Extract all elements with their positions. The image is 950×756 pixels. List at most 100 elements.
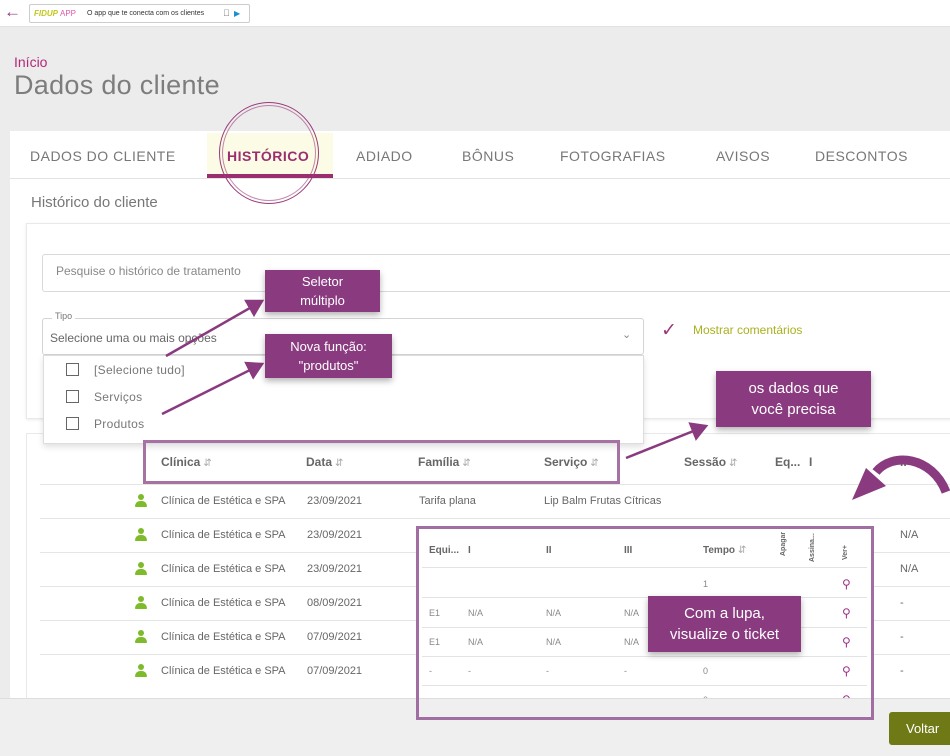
popup-cell-ii: N/A — [546, 608, 562, 618]
cell-clinic: Clínica de Estética e SPA — [161, 597, 286, 609]
checkbox[interactable] — [66, 417, 79, 430]
tab-fotografias[interactable]: FOTOGRAFIAS — [560, 148, 666, 164]
tab-descontos[interactable]: DESCONTOS — [815, 148, 908, 164]
highlight-header-box — [143, 440, 620, 484]
zoom-in-icon[interactable]: ⚲ — [842, 606, 851, 620]
note-dados: os dados que você precisa — [716, 371, 871, 427]
show-comments-toggle[interactable]: Mostrar comentários — [693, 323, 802, 337]
popup-cell-tempo: 0 — [703, 666, 709, 676]
tab-bar: DADOS DO CLIENTE HISTÓRICO ADIADO BÔNUS … — [10, 131, 950, 179]
column-header-sessao[interactable]: Sessão ⇵ — [684, 455, 737, 469]
zoom-in-icon[interactable]: ⚲ — [842, 577, 851, 591]
cell-date: 23/09/2021 — [307, 563, 363, 575]
person-icon — [134, 630, 148, 644]
popup-header-ver: Ver+ — [842, 545, 849, 560]
cell-date: 07/09/2021 — [307, 631, 363, 643]
cell-date: 23/09/2021 — [307, 495, 363, 507]
popup-cell-ii: N/A — [546, 637, 562, 647]
person-icon — [134, 562, 148, 576]
popup-cell-iii: N/A — [624, 608, 640, 618]
tab-bonus[interactable]: BÔNUS — [462, 148, 514, 164]
cell-clinic: Clínica de Estética e SPA — [161, 563, 286, 575]
cell-date: 07/09/2021 — [307, 665, 363, 677]
ticket-popup-bottom — [416, 698, 874, 720]
popup-header-tempo[interactable]: Tempo ⇵ — [703, 545, 746, 556]
row-divider — [40, 518, 950, 519]
popup-cell-i: - — [468, 666, 471, 676]
zoom-in-icon[interactable]: ⚲ — [842, 664, 851, 678]
popup-cell-i: N/A — [468, 608, 484, 618]
cell-date: 08/09/2021 — [307, 597, 363, 609]
popup-cell-tempo: 1 — [703, 579, 709, 589]
popup-cell-iii: - — [624, 666, 627, 676]
popup-divider — [422, 656, 867, 657]
popup-header-i: I — [468, 545, 471, 556]
note-lupa: Com a lupa, visualize o ticket — [648, 596, 801, 652]
column-header-eq[interactable]: Eq... — [775, 455, 800, 469]
row-divider — [40, 484, 950, 485]
person-icon — [134, 528, 148, 542]
highlight-circle-inner — [222, 105, 316, 201]
popup-divider — [422, 685, 867, 686]
popup-cell-equi: E1 — [429, 608, 441, 618]
option-select-all[interactable]: [Selecione tudo] — [66, 363, 185, 377]
checkbox[interactable] — [66, 363, 79, 376]
popup-header-apagar: Apagar — [780, 531, 787, 556]
popup-cell-iii: N/A — [624, 637, 640, 647]
banner-text: O app que te conecta com os clientes — [87, 10, 205, 17]
popup-cell-ii: - — [546, 666, 549, 676]
tab-avisos[interactable]: AVISOS — [716, 148, 770, 164]
popup-header-ii: II — [546, 545, 552, 556]
banner-logo: FIDUP — [34, 9, 58, 18]
column-header-ii[interactable]: II — [900, 455, 907, 469]
arrow-left-icon[interactable]: ← — [4, 2, 21, 22]
cell-service: Lip Balm Frutas Cítricas — [544, 495, 662, 507]
banner-logo-app: APP — [60, 9, 77, 18]
tab-dados-do-cliente[interactable]: DADOS DO CLIENTE — [30, 148, 176, 164]
popup-header-equi: Equi... — [429, 545, 459, 556]
cell-ii: N/A — [900, 563, 919, 575]
cell-ii: N/A — [900, 529, 919, 541]
popup-cell-equi: - — [429, 666, 432, 676]
apple-icon:  — [223, 5, 230, 22]
popup-header-iii: III — [624, 545, 633, 556]
history-heading: Histórico do cliente — [31, 194, 158, 211]
page-title: Dados do cliente — [14, 70, 220, 100]
popup-header-assina: Assina... — [809, 533, 816, 562]
cell-ii: - — [900, 597, 904, 609]
cell-family: Tarifa plana — [419, 495, 476, 507]
option-servicos[interactable]: Serviços — [66, 390, 142, 404]
cell-ii: - — [900, 665, 904, 677]
note-seletor: Seletor múltiplo — [265, 270, 380, 312]
option-produtos[interactable]: Produtos — [66, 417, 144, 431]
popup-cell-equi: E1 — [429, 637, 441, 647]
checkmark-icon[interactable]: ✓ — [661, 319, 677, 342]
cell-ii: - — [900, 631, 904, 643]
voltar-button[interactable]: Voltar — [889, 712, 950, 745]
column-header-i[interactable]: I — [809, 455, 812, 469]
search-placeholder: Pesquise o histórico de tratamento — [56, 264, 241, 278]
app-banner[interactable]: FIDUP APP O app que te conecta com os cl… — [29, 4, 250, 23]
tipo-label: Tipo — [52, 311, 76, 321]
tipo-placeholder: Selecione uma ou mais opções — [50, 331, 217, 345]
cell-clinic: Clínica de Estética e SPA — [161, 631, 286, 643]
popup-cell-i: N/A — [468, 637, 484, 647]
checkbox[interactable] — [66, 390, 79, 403]
zoom-in-icon[interactable]: ⚲ — [842, 635, 851, 649]
person-icon — [134, 596, 148, 610]
person-icon — [134, 664, 148, 678]
popup-divider — [422, 567, 867, 568]
cell-date: 23/09/2021 — [307, 529, 363, 541]
play-store-icon: ▶ — [234, 9, 241, 18]
cell-clinic: Clínica de Estética e SPA — [161, 529, 286, 541]
sort-icon[interactable]: ⇵ — [729, 458, 737, 469]
person-icon — [134, 494, 148, 508]
cell-clinic: Clínica de Estética e SPA — [161, 495, 286, 507]
breadcrumb[interactable]: Início — [14, 54, 47, 70]
sort-icon[interactable]: ⇵ — [738, 545, 746, 556]
chevron-down-icon[interactable]: ⌄ — [622, 328, 631, 341]
ticket-popup — [416, 526, 874, 720]
note-nova-funcao: Nova função: "produtos" — [265, 334, 392, 378]
tab-adiado[interactable]: ADIADO — [356, 148, 413, 164]
cell-clinic: Clínica de Estética e SPA — [161, 665, 286, 677]
